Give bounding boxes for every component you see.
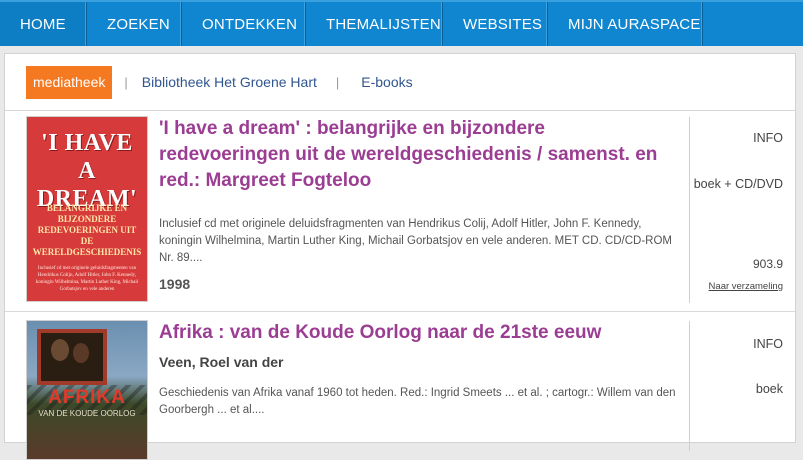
- info-link[interactable]: INFO: [753, 337, 783, 351]
- result-content: Afrika : van de Koude Oorlog naar de 21s…: [159, 320, 679, 419]
- cover-figure: [51, 339, 69, 361]
- result-title[interactable]: Afrika : van de Koude Oorlog naar de 21s…: [159, 320, 679, 346]
- result-title[interactable]: 'I have a dream' : belangrijke en bijzon…: [159, 116, 679, 194]
- call-number: 903.9: [752, 257, 783, 271]
- result-author[interactable]: Veen, Roel van der: [159, 354, 679, 370]
- cover-subtitle: BELANGRIJKE EN BIJZONDERE REDEVOERINGEN …: [32, 203, 142, 257]
- result-item: AFRIKA VAN DE KOUDE OORLOG Afrika : van …: [5, 312, 795, 460]
- info-link[interactable]: INFO: [753, 131, 783, 145]
- nav-websites[interactable]: WEBSITES: [443, 2, 548, 46]
- filter-bibliotheek[interactable]: Bibliotheek Het Groene Hart: [142, 74, 317, 90]
- filter-ebooks[interactable]: E-books: [361, 74, 412, 90]
- cover-title: AFRIKA: [48, 387, 126, 408]
- cover-small-text: Inclusief cd met originele geluidsfragme…: [35, 266, 139, 292]
- result-item: 'I HAVE A DREAM' BELANGRIJKE EN BIJZONDE…: [5, 111, 795, 311]
- nav-ontdekken[interactable]: ONTDEKKEN: [182, 2, 306, 46]
- media-type: boek: [755, 382, 783, 396]
- cover-subtitle: VAN DE KOUDE OORLOG: [38, 409, 136, 418]
- result-meta: INFO boek: [689, 321, 795, 451]
- collection-link[interactable]: Naar verzameling: [709, 281, 783, 292]
- filter-bar: mediatheek | Bibliotheek Het Groene Hart…: [5, 54, 795, 111]
- nav-themalijsten[interactable]: THEMALIJSTEN: [306, 2, 443, 46]
- cover-image: AFRIKA VAN DE KOUDE OORLOG: [27, 321, 147, 459]
- main-navigation: HOME ZOEKEN ONTDEKKEN THEMALIJSTEN WEBSI…: [0, 0, 803, 46]
- nav-mijn-auraspace[interactable]: MIJN AURASPACE: [548, 2, 703, 46]
- cover-title: 'I HAVE A DREAM': [36, 130, 138, 212]
- book-cover[interactable]: 'I HAVE A DREAM' BELANGRIJKE EN BIJZONDE…: [26, 116, 148, 302]
- nav-home[interactable]: HOME: [0, 2, 87, 46]
- cover-image: 'I HAVE A DREAM' BELANGRIJKE EN BIJZONDE…: [27, 117, 147, 301]
- cover-window: [37, 329, 107, 385]
- media-type: boek + CD/DVD: [693, 177, 783, 191]
- book-cover[interactable]: AFRIKA VAN DE KOUDE OORLOG: [26, 320, 148, 460]
- filter-separator: |: [335, 74, 340, 90]
- result-description: Geschiedenis van Afrika vanaf 1960 tot h…: [159, 387, 676, 416]
- filter-separator: |: [124, 74, 128, 90]
- filter-mediatheek[interactable]: mediatheek: [26, 65, 113, 99]
- results-panel: mediatheek | Bibliotheek Het Groene Hart…: [4, 53, 796, 460]
- result-year: 1998: [159, 276, 191, 292]
- result-content: 'I have a dream' : belangrijke en bijzon…: [159, 116, 679, 267]
- result-description: Inclusief cd met originele deluidsfragme…: [159, 218, 673, 264]
- result-meta: INFO boek + CD/DVD 903.9 Naar verzamelin…: [689, 117, 795, 303]
- cover-figure: [73, 343, 89, 363]
- nav-zoeken[interactable]: ZOEKEN: [87, 2, 182, 46]
